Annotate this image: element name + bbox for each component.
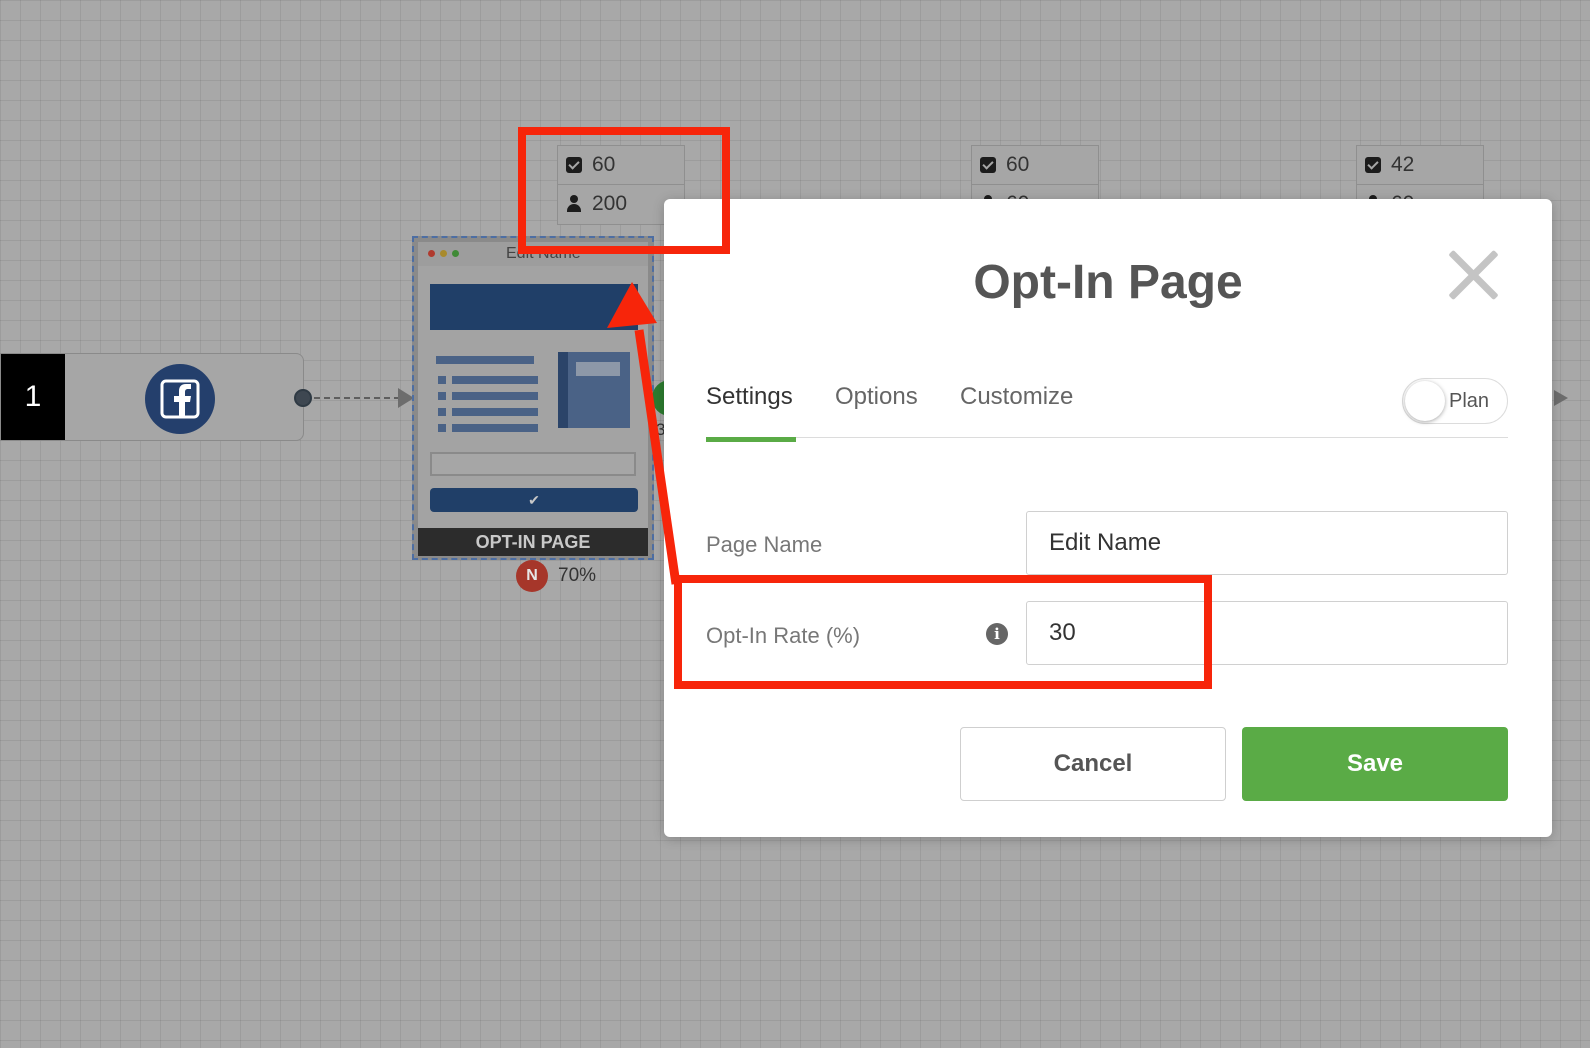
annotation-arrow-icon [607, 282, 681, 585]
